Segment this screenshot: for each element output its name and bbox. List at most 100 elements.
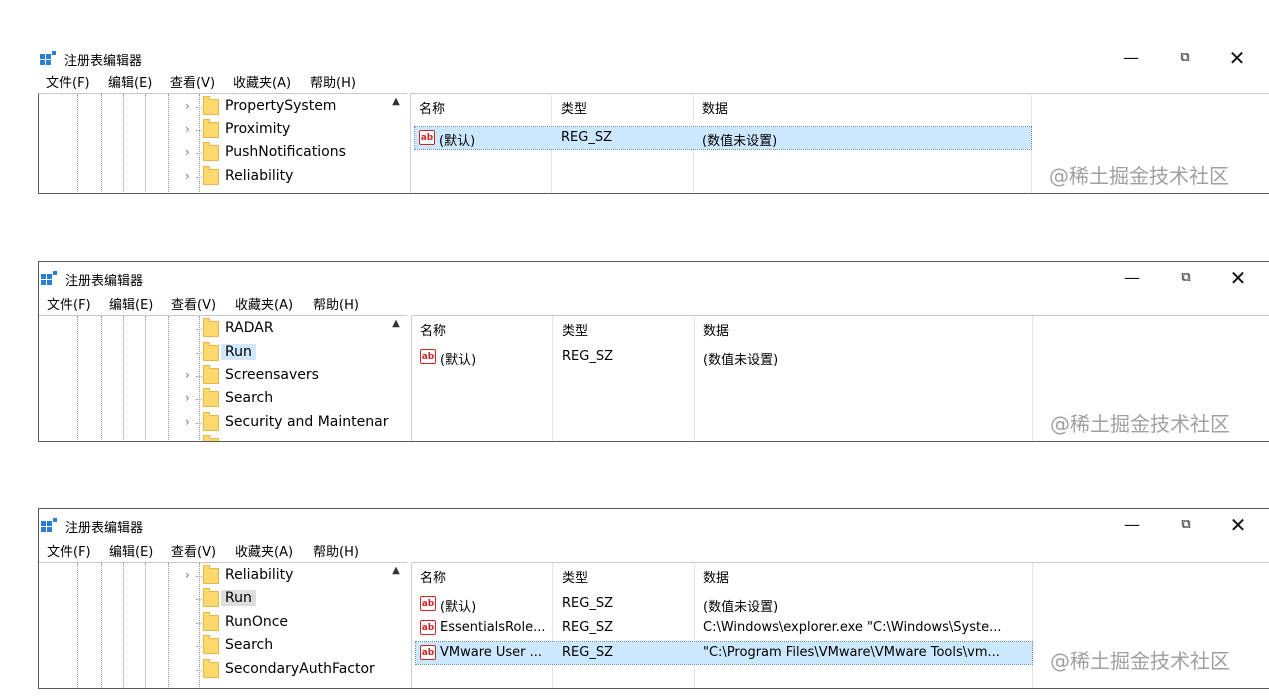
menu-favorites[interactable]: 收藏夹(A) xyxy=(235,541,293,560)
folder-icon xyxy=(203,588,219,607)
chevron-right-icon[interactable]: › xyxy=(185,145,190,159)
string-value-icon: ab xyxy=(419,130,435,145)
menu-view[interactable]: 查看(V) xyxy=(171,294,216,313)
key-tree[interactable]: ▲ RADAR Run › Screensavers › Search › Secur… xyxy=(39,315,407,442)
menu-edit[interactable]: 编辑(E) xyxy=(109,541,153,560)
restore-button[interactable]: ⧉ xyxy=(1166,266,1206,290)
value-name: (默认) xyxy=(440,353,477,368)
menu-file[interactable]: 文件(F) xyxy=(47,294,91,313)
minimize-button[interactable]: — xyxy=(1112,266,1152,290)
chevron-right-icon[interactable]: › xyxy=(185,391,190,405)
value-list[interactable]: 名称 类型 数据 ab (默认) REG_SZ (数值未设置) @稀土掘金技术社… xyxy=(411,315,1269,442)
folder-icon xyxy=(203,142,219,161)
column-type[interactable]: 类型 xyxy=(562,320,588,339)
close-button[interactable]: ✕ xyxy=(1218,513,1258,537)
regedit-window-1: 注册表编辑器 — ⧉ ✕ 文件(F) 编辑(E) 查看(V) 收藏夹(A) 帮助… xyxy=(38,40,1269,195)
value-row-selected[interactable]: ab VMware User ... REG_SZ "C:\Program Fi… xyxy=(415,641,1033,665)
title-bar[interactable]: 注册表编辑器 — ⧉ ✕ xyxy=(38,42,1269,72)
tree-item[interactable]: › Search xyxy=(185,388,407,410)
tree-item-label: Reliability xyxy=(225,168,294,184)
menu-file[interactable]: 文件(F) xyxy=(47,541,91,560)
menu-view[interactable]: 查看(V) xyxy=(170,72,215,91)
close-button[interactable]: ✕ xyxy=(1218,266,1258,290)
column-data[interactable]: 数据 xyxy=(703,320,729,339)
menu-file[interactable]: 文件(F) xyxy=(46,72,90,91)
restore-button[interactable]: ⧉ xyxy=(1166,513,1206,537)
chevron-right-icon[interactable]: › xyxy=(185,169,190,183)
value-name: VMware User ... xyxy=(440,645,543,660)
column-headers: 名称 类型 数据 xyxy=(411,94,1032,194)
tree-item[interactable]: RADAR xyxy=(196,318,407,340)
value-type: REG_SZ xyxy=(562,596,613,611)
column-type[interactable]: 类型 xyxy=(561,98,587,117)
window-title: 注册表编辑器 xyxy=(65,274,144,289)
tree-item-label: RADAR xyxy=(225,320,274,336)
column-type[interactable]: 类型 xyxy=(562,567,588,586)
menu-help[interactable]: 帮助(H) xyxy=(310,72,356,91)
value-type: REG_SZ xyxy=(562,645,613,660)
chevron-right-icon[interactable]: › xyxy=(185,99,190,113)
menu-view[interactable]: 查看(V) xyxy=(171,541,216,560)
string-value-icon: ab xyxy=(420,620,436,635)
tree-item-selected[interactable]: Run xyxy=(196,588,407,610)
key-tree[interactable]: ▲ › PropertySystem › Proximity › PushNotifi… xyxy=(38,93,407,194)
tree-item[interactable]: › Proximity xyxy=(185,119,407,141)
regedit-window-2: 注册表编辑器 — ⧉ ✕ 文件(F) 编辑(E) 查看(V) 收藏夹(A) 帮助… xyxy=(38,261,1269,442)
column-data[interactable]: 数据 xyxy=(703,567,729,586)
tree-item[interactable]: › Screensavers xyxy=(185,365,407,387)
value-row[interactable]: ab (默认) REG_SZ (数值未设置) xyxy=(414,126,1032,150)
column-name[interactable]: 名称 xyxy=(419,98,445,117)
tree-item[interactable]: RunOnce xyxy=(196,612,407,634)
tree-item[interactable]: › Security and Maintenar xyxy=(185,412,407,434)
close-button[interactable]: ✕ xyxy=(1217,46,1257,70)
key-tree[interactable]: ▲ › Reliability Run RunOnce Search Second… xyxy=(39,562,407,689)
column-name[interactable]: 名称 xyxy=(420,320,446,339)
tree-item[interactable]: › PushNotifications xyxy=(185,142,407,164)
value-data: C:\Windows\explorer.exe "C:\Windows\Syst… xyxy=(703,620,1002,635)
column-data[interactable]: 数据 xyxy=(702,98,728,117)
value-type: REG_SZ xyxy=(562,620,613,635)
chevron-right-icon[interactable]: › xyxy=(185,122,190,136)
title-bar[interactable]: 注册表编辑器 — ⧉ ✕ xyxy=(39,509,1269,539)
tree-item[interactable]: › PropertySystem xyxy=(185,96,407,118)
tree-item[interactable]: › Reliability xyxy=(185,565,407,587)
title-bar[interactable]: 注册表编辑器 — ⧉ ✕ xyxy=(39,262,1269,292)
value-list[interactable]: 名称 类型 数据 ab (默认) REG_SZ (数值未设置) @稀土掘金技术社… xyxy=(410,93,1269,194)
menu-bar: 文件(F) 编辑(E) 查看(V) 收藏夹(A) 帮助(H) xyxy=(39,539,1269,560)
value-list[interactable]: 名称 类型 数据 ab (默认) REG_SZ (数值未设置) ab Essen… xyxy=(411,562,1269,689)
tree-item[interactable]: Search xyxy=(196,635,407,657)
menu-favorites[interactable]: 收藏夹(A) xyxy=(233,72,291,91)
menu-edit[interactable]: 编辑(E) xyxy=(109,294,153,313)
folder-icon xyxy=(203,96,219,115)
folder-icon xyxy=(203,388,219,407)
menu-help[interactable]: 帮助(H) xyxy=(313,541,359,560)
value-row[interactable]: ab EssentialsRole... REG_SZ C:\Windows\e… xyxy=(416,617,1032,639)
chevron-right-icon[interactable]: › xyxy=(185,568,190,582)
restore-button[interactable]: ⧉ xyxy=(1165,46,1205,70)
value-row[interactable]: ab (默认) REG_SZ (数值未设置) xyxy=(416,593,1032,615)
minimize-button[interactable]: — xyxy=(1112,513,1152,537)
minimize-button[interactable]: — xyxy=(1111,46,1151,70)
column-headers: 名称 类型 数据 xyxy=(412,563,1033,689)
menu-help[interactable]: 帮助(H) xyxy=(313,294,359,313)
chevron-right-icon[interactable]: › xyxy=(185,415,190,429)
folder-icon xyxy=(203,412,219,431)
tree-item-selected[interactable]: Run xyxy=(196,342,407,364)
registry-editor-icon xyxy=(40,51,56,65)
column-name[interactable]: 名称 xyxy=(420,567,446,586)
value-row[interactable]: ab (默认) REG_SZ (数值未设置) xyxy=(416,346,1032,368)
tree-item-label: Reliability xyxy=(225,567,294,583)
menu-edit[interactable]: 编辑(E) xyxy=(108,72,152,91)
tree-item-label: Proximity xyxy=(225,121,291,137)
menu-favorites[interactable]: 收藏夹(A) xyxy=(235,294,293,313)
tree-item[interactable]: › Reliability xyxy=(185,166,407,188)
folder-icon xyxy=(203,318,219,337)
menu-bar: 文件(F) 编辑(E) 查看(V) 收藏夹(A) 帮助(H) xyxy=(39,292,1269,313)
tree-item-label: Search xyxy=(225,390,274,406)
string-value-icon: ab xyxy=(420,645,436,660)
string-value-icon: ab xyxy=(420,596,436,611)
tree-item[interactable]: SecondaryAuthFactor xyxy=(196,659,407,681)
registry-editor-icon xyxy=(41,271,57,285)
chevron-right-icon[interactable]: › xyxy=(185,368,190,382)
value-name: (默认) xyxy=(440,600,477,615)
